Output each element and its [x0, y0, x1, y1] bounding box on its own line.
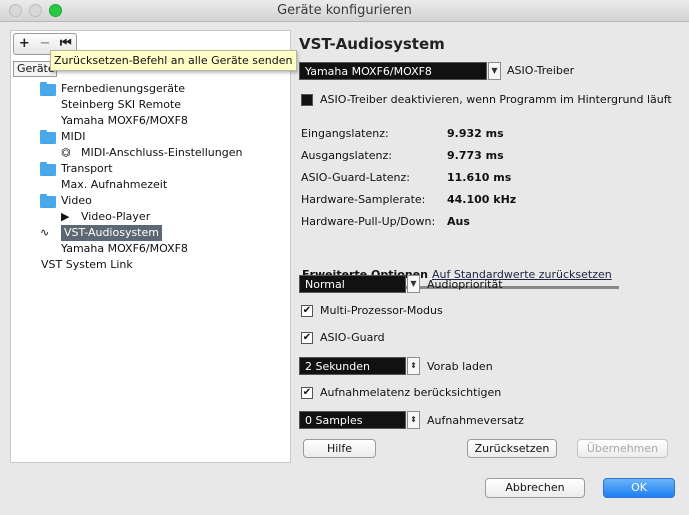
reset-button[interactable]: Zurücksetzen [467, 439, 557, 458]
chevron-down-icon[interactable]: ▼ [488, 62, 501, 80]
dialog: + − ⏮ Geräte Fernbedienungsgeräte Steinb… [0, 22, 689, 515]
panel-title: VST-Audiosystem [299, 35, 445, 53]
tree-item-vst-system-link[interactable]: VST System Link [41, 257, 133, 273]
video-player-icon: ▶ [61, 210, 70, 223]
tree-item-midi-port-settings[interactable]: MIDI-Anschluss-Einstellungen [81, 145, 242, 161]
asio-guard-latency-value: 11.610 ms [447, 171, 512, 184]
preload-label: Vorab laden [427, 360, 493, 373]
folder-icon [40, 162, 56, 176]
preload-stepper[interactable]: 2 Sekunden [299, 357, 406, 375]
asio-guard-latency-label: ASIO-Guard-Latenz: [301, 171, 411, 184]
asio-driver-label: ASIO-Treiber [507, 64, 575, 77]
tree-item-steinberg-ski-remote[interactable]: Steinberg SKI Remote [61, 97, 181, 113]
title-bar: Geräte konfigurieren [0, 0, 689, 22]
input-latency-label: Eingangslatenz: [301, 127, 389, 140]
tree-item-fernbedienungsgeraete[interactable]: Fernbedienungsgeräte [61, 81, 185, 97]
record-offset-stepper[interactable]: 0 Samples [299, 411, 406, 429]
asio-guard-label: ASIO-Guard [320, 331, 385, 344]
cancel-button[interactable]: Abbrechen [485, 478, 585, 498]
audio-priority-label: Audiopriorität [427, 278, 503, 291]
multiprocessor-label: Multi-Prozessor-Modus [320, 304, 443, 317]
deactivate-driver-label: ASIO-Treiber deaktivieren, wenn Programm… [320, 93, 672, 106]
stepper-arrows-icon[interactable]: ⬍ [407, 411, 420, 429]
tree-item-video[interactable]: Video [61, 193, 92, 209]
audio-priority-select[interactable]: Normal [299, 275, 406, 293]
tree-item-vst-audiosystem[interactable]: VST-Audiosystem [61, 225, 162, 241]
ok-button[interactable]: OK [603, 478, 675, 498]
asio-driver-select[interactable]: Yamaha MOXF6/MOXF8 [299, 62, 487, 80]
record-latency-label: Aufnahmelatenz berücksichtigen [320, 386, 502, 399]
output-latency-value: 9.773 ms [447, 149, 504, 162]
tree-item-max-recording-time[interactable]: Max. Aufnahmezeit [61, 177, 167, 193]
device-tree-pane: + − ⏮ Geräte Fernbedienungsgeräte Steinb… [10, 30, 291, 463]
input-latency-value: 9.932 ms [447, 127, 504, 140]
apply-button[interactable]: Übernehmen [577, 439, 668, 458]
pullup-value: Aus [447, 215, 470, 228]
folder-icon [40, 130, 56, 144]
multiprocessor-checkbox[interactable]: ✔ [301, 305, 313, 317]
chevron-down-icon[interactable]: ▼ [407, 275, 420, 293]
tree-item-yamaha-audio[interactable]: Yamaha MOXF6/MOXF8 [61, 241, 188, 257]
output-latency-label: Ausgangslatenz: [301, 149, 392, 162]
deactivate-driver-checkbox[interactable] [301, 94, 313, 106]
stepper-arrows-icon[interactable]: ⬍ [407, 357, 420, 375]
help-button[interactable]: Hilfe [303, 439, 376, 458]
samplerate-label: Hardware-Samplerate: [301, 193, 426, 206]
record-offset-label: Aufnahmeversatz [427, 414, 524, 427]
window-title: Geräte konfigurieren [277, 3, 412, 18]
samplerate-value: 44.100 kHz [447, 193, 517, 206]
midi-port-icon: ⏣ [61, 146, 71, 159]
folder-icon [40, 82, 56, 96]
tree-item-midi[interactable]: MIDI [61, 129, 85, 145]
pullup-label: Hardware-Pull-Up/Down: [301, 215, 436, 228]
record-latency-checkbox[interactable]: ✔ [301, 387, 313, 399]
reset-tooltip: Zurücksetzen-Befehl an alle Geräte sende… [50, 50, 297, 71]
add-device-button[interactable]: + [14, 34, 35, 54]
audio-system-icon: ∿ [40, 226, 50, 239]
folder-icon [40, 194, 56, 208]
tree-item-transport[interactable]: Transport [61, 161, 113, 177]
asio-guard-checkbox[interactable]: ✔ [301, 332, 313, 344]
tree-item-video-player[interactable]: Video-Player [81, 209, 150, 225]
tree-item-yamaha-remote[interactable]: Yamaha MOXF6/MOXF8 [61, 113, 188, 129]
